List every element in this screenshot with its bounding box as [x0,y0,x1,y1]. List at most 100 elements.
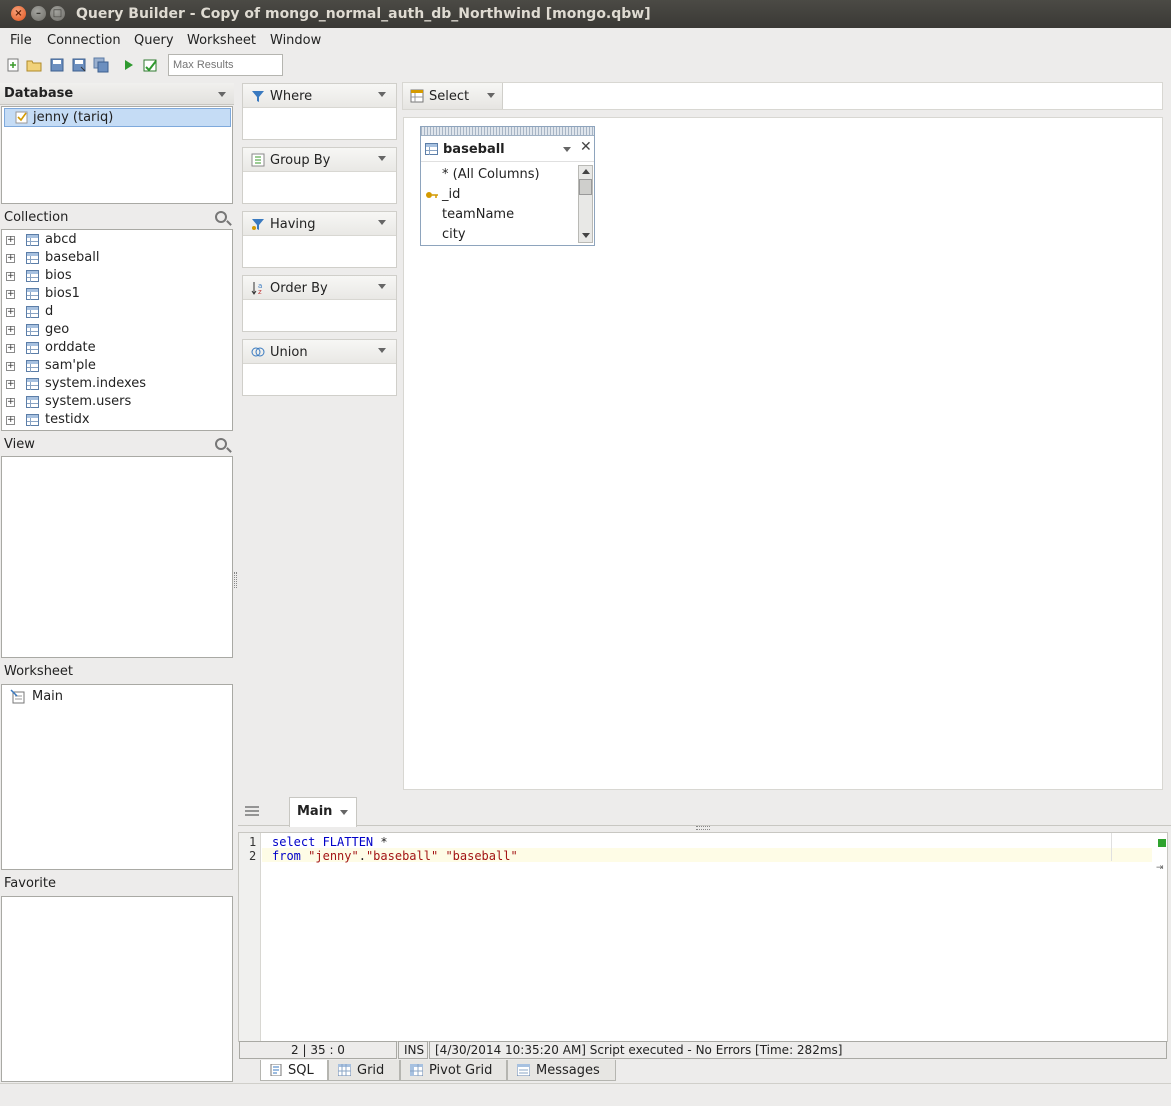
worksheet-label: Worksheet [4,664,74,679]
tab-main[interactable]: Main [289,797,357,827]
tab-messages[interactable]: Messages [507,1060,616,1081]
tab-sql-label: SQL [288,1063,314,1078]
select-dropdown-icon[interactable] [487,93,495,98]
order-by-dropdown-icon[interactable] [378,284,386,289]
collection-item-label: sam'ple [45,358,96,373]
favorite-panel-header: Favorite [0,873,234,895]
table-window-header[interactable]: baseball ✕ [421,136,594,162]
expand-icon[interactable]: + [6,398,15,407]
having-dropdown-icon[interactable] [378,220,386,225]
status-message: [4/30/2014 10:35:20 AM] Script executed … [429,1041,1167,1059]
svg-text:z: z [258,288,262,295]
collection-item-label: system.users [45,394,132,409]
sql-icon [270,1064,282,1076]
view-panel-header: View [0,434,234,456]
save-icon[interactable] [49,57,65,73]
tab-main-dropdown-icon[interactable] [340,810,348,815]
tab-grid[interactable]: Grid [328,1060,400,1081]
view-search-icon[interactable] [215,438,227,450]
union-icon [251,347,265,357]
collection-search-icon[interactable] [215,211,227,223]
tab-pivot-grid[interactable]: Pivot Grid [400,1060,507,1081]
sql-editor[interactable]: 1 2 select FLATTEN * from "jenny"."baseb… [238,832,1168,1042]
table-window-grip[interactable] [421,127,594,136]
expand-icon[interactable]: + [6,308,15,317]
expand-icon[interactable]: + [6,290,15,299]
close-window-button[interactable]: × [11,6,26,21]
expand-icon[interactable]: + [6,380,15,389]
filter-icon [252,91,264,102]
table-icon [425,143,438,155]
column-all[interactable]: * (All Columns) [442,167,540,182]
splitter-handle[interactable] [234,572,237,588]
where-clause-panel[interactable]: Where [242,83,397,140]
table-icon [26,306,39,318]
expand-icon[interactable]: + [6,254,15,263]
collection-item-label: d [45,304,54,319]
menu-query[interactable]: Query [134,33,174,48]
where-label: Where [270,89,313,104]
database-check-icon [15,111,28,124]
table-window-close-icon[interactable]: ✕ [580,139,592,155]
execute-query-icon[interactable] [142,57,158,73]
expand-icon[interactable]: + [6,344,15,353]
expand-icon[interactable]: + [6,326,15,335]
sql-string: "baseball" [365,849,439,863]
menu-window[interactable]: Window [270,33,321,48]
database-label: Database [4,86,74,101]
table-icon [26,378,39,390]
group-by-clause-panel[interactable]: Group By [242,147,397,204]
collection-item-label: system.indexes [45,376,147,391]
scroll-down-icon[interactable] [582,233,590,238]
expand-icon[interactable]: + [6,236,15,245]
collection-item-label: orddate [45,340,96,355]
open-folder-icon[interactable] [26,57,42,73]
order-by-clause-panel[interactable]: az Order By [242,275,397,332]
line-number: 1 [249,835,257,849]
column-id[interactable]: _id [442,187,460,202]
expand-icon[interactable]: + [6,272,15,281]
pivot-grid-icon [410,1064,423,1076]
expand-icon[interactable]: + [6,362,15,371]
column-teamname[interactable]: teamName [442,207,514,222]
group-by-dropdown-icon[interactable] [378,156,386,161]
code-line-2: from "jenny"."baseball" "baseball" [272,849,518,863]
expand-icon[interactable]: + [6,416,15,425]
tab-sql[interactable]: SQL [260,1060,328,1081]
favorite-label: Favorite [4,876,56,891]
column-city[interactable]: city [442,227,466,242]
database-dropdown-icon[interactable] [218,92,226,97]
collection-label: Collection [4,210,69,225]
max-results-input[interactable] [168,54,283,76]
maximize-window-button[interactable]: □ [50,6,65,21]
menu-connection[interactable]: Connection [47,33,121,48]
where-dropdown-icon[interactable] [378,92,386,97]
order-by-label: Order By [270,281,328,296]
save-as-icon[interactable] [71,57,87,73]
table-window-scrollbar[interactable] [578,165,593,243]
menu-file[interactable]: File [10,33,32,48]
database-item-jenny[interactable]: jenny (tariq) [4,108,231,127]
table-window-dropdown-icon[interactable] [563,147,571,152]
having-clause-panel[interactable]: Having [242,211,397,268]
table-icon [26,360,39,372]
union-dropdown-icon[interactable] [378,348,386,353]
select-button[interactable]: Select [403,83,503,109]
editor-tab-strip [238,796,1171,826]
run-icon[interactable] [120,57,136,73]
table-window-baseball[interactable]: baseball ✕ * (All Columns) _id teamName … [420,126,595,246]
save-all-icon[interactable] [93,57,109,73]
minimize-window-button[interactable]: – [31,6,46,21]
scroll-marker-icon: ⇥ [1156,863,1164,873]
table-icon [26,270,39,282]
toolbar [0,53,1171,79]
tab-list-icon[interactable] [245,805,259,817]
new-icon[interactable] [5,57,21,73]
messages-icon [517,1064,530,1076]
scroll-up-icon[interactable] [582,169,590,174]
editor-resize-handle[interactable] [696,826,710,830]
scroll-thumb[interactable] [579,179,592,195]
union-clause-panel[interactable]: Union [242,339,397,396]
insert-mode: INS [398,1041,428,1059]
menu-worksheet[interactable]: Worksheet [187,33,256,48]
